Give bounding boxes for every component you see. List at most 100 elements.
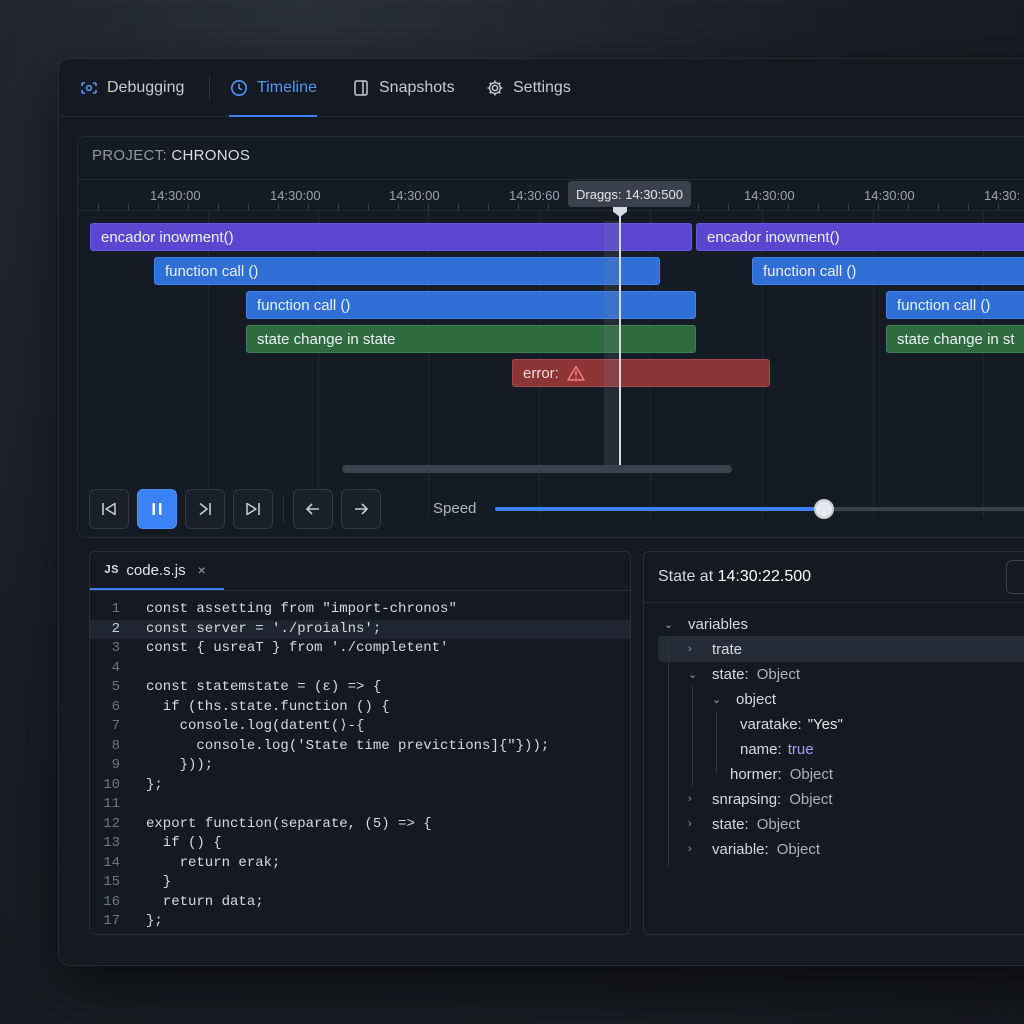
nav-snapshots[interactable]: Snapshots: [351, 59, 455, 117]
playhead-band: [604, 221, 620, 471]
code-text: };: [146, 913, 163, 929]
code-file-name: code.s.js: [126, 561, 186, 579]
code-text: const { usreaT } from './completent': [146, 640, 449, 656]
nav-settings[interactable]: Settings: [485, 59, 571, 117]
nav-debugging-label: Debugging: [107, 79, 185, 96]
code-line[interactable]: 1 const assetting from "import-chronos": [90, 600, 630, 620]
code-file-tab[interactable]: JS code.s.js ×: [90, 552, 224, 590]
timeline-bar-purple[interactable]: encador inowment(): [696, 223, 1024, 251]
tree-node-value: Object: [776, 840, 821, 858]
chevron-right-icon[interactable]: ›: [688, 843, 702, 855]
code-text: console.log(datent(⟩-{: [146, 718, 365, 734]
timeline-bar-blue[interactable]: function call (): [886, 291, 1024, 319]
bar-label: state change in st: [897, 330, 1015, 348]
tree-node[interactable]: ⌄ object: [712, 687, 776, 711]
code-line[interactable]: 12 export function(separate, (5) => {: [90, 815, 630, 835]
skip-to-start-button[interactable]: [89, 489, 129, 529]
timeline-bar-blue[interactable]: function call (): [752, 257, 1024, 285]
code-text: export function(separate, (5) => {: [146, 815, 432, 832]
speed-slider-thumb[interactable]: [814, 499, 834, 519]
timeline-bar-blue[interactable]: function call (): [154, 257, 660, 285]
state-title-time: 14:30:22.500: [717, 568, 812, 585]
code-line[interactable]: 14 return erak;: [90, 854, 630, 874]
code-line[interactable]: 16 return data;: [90, 893, 630, 913]
debug-icon: [79, 78, 99, 98]
state-inspector-panel: State at 14:30:22.500 ⌄ variables › trate ⌄ s…: [643, 551, 1024, 935]
tree-node[interactable]: ⌄ state: Object: [688, 662, 800, 686]
timeline-bar-blue[interactable]: function call (): [246, 291, 696, 319]
clock-icon: [229, 78, 249, 98]
code-text: };: [146, 776, 163, 793]
code-line[interactable]: 11: [90, 795, 630, 815]
code-line[interactable]: 13 if () {: [90, 834, 630, 854]
skip-to-end-button[interactable]: [233, 489, 273, 529]
code-line[interactable]: 2 const server = './proialns';: [90, 619, 630, 639]
horizontal-scrollbar[interactable]: [342, 465, 732, 473]
code-line[interactable]: 3 const { usreaT } from './completent': [90, 639, 630, 659]
step-next-button[interactable]: [341, 489, 381, 529]
timeline-bar-green[interactable]: state change in state: [246, 325, 696, 353]
playhead-line[interactable]: [619, 209, 621, 473]
pause-icon: [152, 503, 162, 515]
chevron-right-icon[interactable]: ›: [688, 818, 702, 830]
code-line[interactable]: 7 console.log(datent(⟩-{: [90, 717, 630, 737]
code-line[interactable]: 15 }: [90, 873, 630, 893]
tree-node[interactable]: name: true: [740, 737, 814, 761]
code-line[interactable]: 8 console.log('State time previctions]{"…: [90, 737, 630, 757]
tree-node-value: true: [787, 740, 814, 758]
step-forward-button[interactable]: [185, 489, 225, 529]
tree-node-key: state:: [712, 815, 749, 833]
tree-node[interactable]: › variable: Object: [688, 837, 820, 861]
code-line[interactable]: 6 if (ths.state.function () {: [90, 698, 630, 718]
timeline-bar-green[interactable]: state change in st: [886, 325, 1024, 353]
tree-node[interactable]: › snrapsing: Object: [688, 787, 833, 811]
code-text: const statemstate = (ε) => {: [146, 679, 382, 695]
code-line[interactable]: 5 const statemstate = (ε) => {: [90, 678, 630, 698]
top-nav: Debugging Timeline Snapshots Settings: [59, 59, 1024, 117]
tree-node[interactable]: ⌄ variables: [664, 612, 748, 636]
time-ruler[interactable]: 14:30:00 14:30:00 14:30:00 14:30:60 14:3…: [78, 179, 1024, 211]
line-number: 12: [103, 815, 120, 832]
tree-node[interactable]: varatake: "Yes": [740, 712, 843, 736]
arrow-right-icon: [355, 503, 369, 515]
tree-node[interactable]: › state: Object: [688, 812, 800, 836]
bar-label: function call (): [257, 296, 351, 314]
code-line[interactable]: 10};: [90, 776, 630, 796]
tree-node[interactable]: hormer: Object: [730, 762, 833, 786]
chevron-right-icon[interactable]: ›: [688, 643, 702, 655]
tick-label: 14:30:00: [150, 188, 201, 203]
chevron-right-icon[interactable]: ›: [688, 793, 702, 805]
line-number: 2: [111, 620, 120, 637]
code-line[interactable]: 4: [90, 659, 630, 679]
state-action-button[interactable]: [1006, 560, 1024, 594]
speed-label: Speed: [433, 500, 477, 517]
chevron-down-icon[interactable]: ⌄: [712, 693, 726, 706]
step-back-button[interactable]: [293, 489, 333, 529]
bar-label: error:: [523, 364, 559, 382]
code-text: const server = './proialns';: [146, 620, 382, 637]
code-line[interactable]: 9 }));: [90, 756, 630, 776]
tree-node-value: Object: [756, 815, 801, 833]
line-number: 10: [103, 776, 120, 793]
chevron-down-icon[interactable]: ⌄: [664, 618, 678, 631]
close-icon[interactable]: ×: [198, 562, 206, 578]
timeline-bar-purple[interactable]: encador inowment(): [90, 223, 692, 251]
speed-slider[interactable]: [495, 499, 1024, 519]
nav-snapshots-label: Snapshots: [379, 79, 455, 96]
timeline-bar-error[interactable]: error:: [512, 359, 770, 387]
nav-timeline[interactable]: Timeline: [229, 59, 317, 117]
tree-node[interactable]: › trate: [688, 637, 742, 661]
line-number: 13: [103, 835, 120, 851]
snapshot-icon: [351, 78, 371, 98]
line-number: 1: [111, 601, 120, 617]
controls-divider: [283, 495, 284, 523]
nav-debugging[interactable]: Debugging: [79, 59, 184, 117]
bar-label: state change in state: [257, 330, 396, 348]
line-number: 7: [111, 718, 120, 734]
chevron-down-icon[interactable]: ⌄: [688, 668, 702, 681]
skip-to-end-icon: [246, 502, 260, 516]
skip-to-start-icon: [102, 502, 116, 516]
pause-button[interactable]: [137, 489, 177, 529]
code-line[interactable]: 17};: [90, 912, 630, 932]
code-body[interactable]: 1 const assetting from "import-chronos" 2 c…: [90, 600, 630, 932]
